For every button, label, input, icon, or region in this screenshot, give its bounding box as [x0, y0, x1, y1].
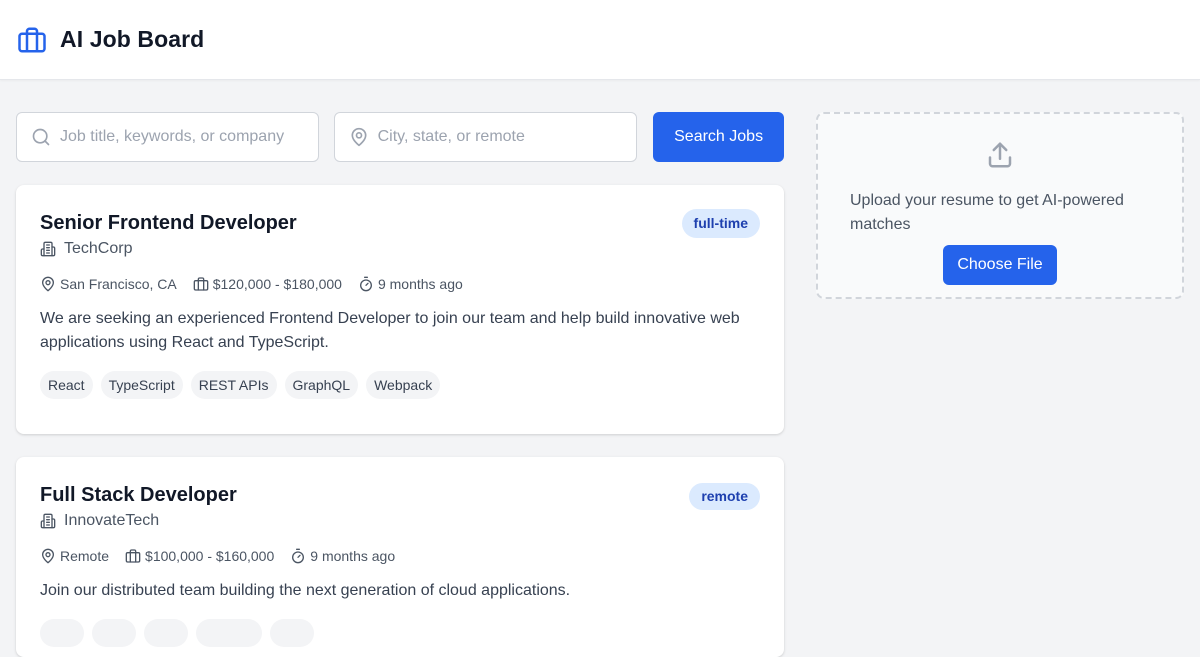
- map-pin-icon: [42, 548, 54, 564]
- location-search-field[interactable]: [333, 112, 638, 162]
- company-name: TechCorp: [64, 240, 133, 257]
- job-type-badge: remote: [689, 483, 760, 510]
- job-location: Remote: [40, 548, 109, 564]
- skill-tag: [196, 619, 262, 647]
- skill-tag: [40, 619, 84, 647]
- job-card[interactable]: Senior Frontend Developer full-time Tech…: [16, 185, 784, 434]
- skill-tags: React TypeScript REST APIs GraphQL Webpa…: [40, 371, 760, 399]
- app-title: AI Job Board: [60, 26, 205, 52]
- building-icon: [40, 513, 56, 529]
- skill-tag: [144, 619, 188, 647]
- app-header: AI Job Board: [0, 0, 1200, 80]
- skill-tag: [270, 619, 314, 647]
- skill-tag: GraphQL: [284, 371, 359, 399]
- skill-tag: React: [40, 371, 93, 399]
- skill-tag: Webpack: [366, 371, 441, 399]
- upload-message: Upload your resume to get AI-powered mat…: [850, 192, 1124, 233]
- skill-tag: REST APIs: [190, 371, 277, 399]
- job-title[interactable]: Full Stack Developer: [40, 481, 760, 509]
- job-card[interactable]: Full Stack Developer remote InnovateTech…: [16, 457, 784, 657]
- skill-tag: TypeScript: [100, 371, 183, 399]
- resume-upload-dropzone[interactable]: Upload your resume to get AI-powered mat…: [816, 112, 1184, 299]
- briefcase-icon: [125, 549, 141, 563]
- keyword-search-input[interactable]: [60, 128, 318, 146]
- briefcase-icon: [17, 25, 47, 55]
- job-description: We are seeking an experienced Frontend D…: [40, 310, 740, 351]
- location-search-input[interactable]: [377, 128, 637, 146]
- job-meta: San Francisco, CA $120,000 - $180,000 9 …: [40, 276, 760, 292]
- job-salary: $120,000 - $180,000: [193, 276, 342, 292]
- job-posted: 9 months ago: [358, 276, 463, 292]
- company-row: TechCorp: [40, 240, 760, 258]
- company-row: InnovateTech: [40, 512, 760, 530]
- search-jobs-button[interactable]: Search Jobs: [653, 112, 784, 162]
- building-icon: [40, 241, 56, 257]
- skill-tags: [40, 619, 760, 647]
- timer-icon: [359, 276, 372, 292]
- job-location: San Francisco, CA: [40, 276, 177, 292]
- skill-tag: [92, 619, 136, 647]
- timer-icon: [292, 548, 305, 564]
- search-icon: [32, 128, 50, 146]
- map-pin-icon: [351, 127, 367, 147]
- job-meta: Remote $100,000 - $160,000 9 months ago: [40, 548, 760, 564]
- map-pin-icon: [42, 276, 54, 292]
- choose-file-button[interactable]: Choose File: [943, 245, 1057, 285]
- briefcase-icon: [193, 277, 209, 291]
- job-salary: $100,000 - $160,000: [125, 548, 274, 564]
- upload-icon: [985, 140, 1015, 175]
- job-title[interactable]: Senior Frontend Developer: [40, 209, 760, 237]
- job-type-badge: full-time: [681, 209, 760, 238]
- keyword-search-field[interactable]: [16, 112, 319, 162]
- company-name: InnovateTech: [64, 512, 160, 529]
- job-posted: 9 months ago: [290, 548, 395, 564]
- job-description: Join our distributed team building the n…: [40, 582, 571, 599]
- search-bar: Search Jobs: [16, 112, 784, 162]
